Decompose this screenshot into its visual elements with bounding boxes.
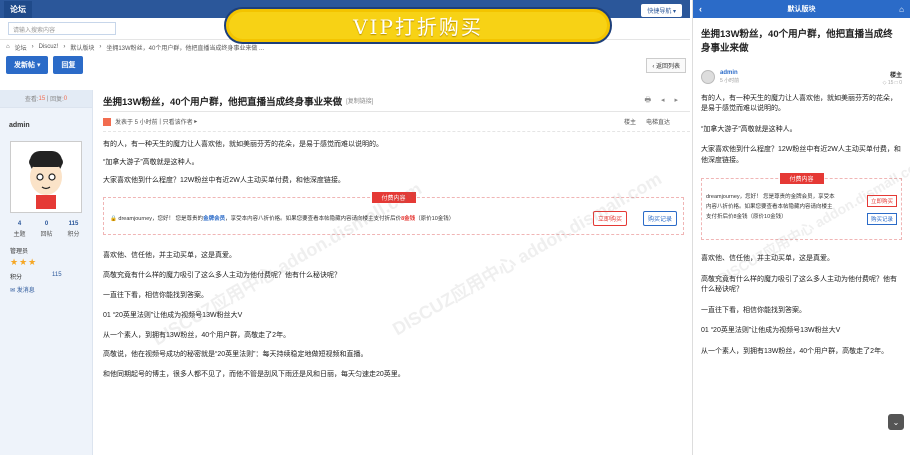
stat-points[interactable]: 115 积分 (60, 221, 87, 238)
paragraph: 和他同期起号的博主，很多人都不见了，而他不管是刮风下雨还是风和日丽，每天匀速走2… (103, 371, 405, 379)
jump-floor[interactable]: 电梯直达 (646, 117, 670, 126)
send-message-label: 发消息 (16, 288, 35, 294)
new-post-button[interactable]: 发新帖 ▾ (6, 56, 49, 74)
breadcrumb-discuz[interactable]: Discuz! (39, 44, 59, 50)
mobile-header: ‹ 默认版块 ⌂ (693, 0, 910, 18)
post-meta: 发表于 5 小时前 | 只看该作者 ▸ 楼主 电梯直达 (103, 112, 690, 132)
search-input[interactable]: 请输入搜索内容 (8, 22, 116, 35)
mobile-author-name[interactable]: admin 5 小时前 (720, 70, 739, 84)
paragraph: “加拿大游子”高敬就是这种人。 (701, 125, 797, 133)
author-role: 管理员 (10, 249, 29, 255)
quick-nav-button[interactable]: 快捷导航 ▾ (641, 4, 682, 17)
star-rank-icon: ★★★ (10, 257, 38, 267)
mobile-view: ‹ 默认版块 ⌂ 坐拥13W粉丝，40个用户群，他把直播当成终身事业来做 adm… (692, 0, 910, 455)
paragraph: 大家喜欢他到什么程度？12W粉丝中有近2W人主动买单付费，和他深度链接。 (103, 176, 345, 184)
mobile-purchase-record-button[interactable]: 购买记录 (866, 213, 897, 226)
vip-discount-banner: VIP打折购买 (224, 7, 612, 44)
paragraph: 高敬说，他在视频号成功的秘密就是“20英里法则”：每天持续稳定地做短视频和直播。 (103, 351, 368, 359)
mobile-header-title: 默认版块 (787, 6, 816, 13)
return-list-button[interactable]: ‹ 返回列表 (646, 58, 686, 73)
paragraph: 01 “20英里法则”让他成为视频号13W粉丝大V (701, 327, 841, 335)
chevron-right-icon: ▸ (192, 119, 198, 125)
breadcrumb-separator: › (99, 44, 102, 50)
mobile-author-label: admin (720, 69, 738, 76)
paragraph: 一直往下看，相信你能找到答案。 (701, 306, 806, 314)
thread-main: 查看: 15 | 回复: 0 admin 4 主题 0 回帖 115 积分 管理… (0, 90, 690, 455)
replies-label: 回复: (50, 97, 64, 103)
copy-link[interactable]: [复制链接] (346, 96, 373, 105)
paragraph: 有的人，有一种天生的魔力让人喜欢他，就如美丽芬芳的花朵，是易于感觉而难以说明的。 (701, 94, 897, 113)
post-time: 发表于 5 小时前 (115, 120, 158, 126)
author-profile: 查看: 15 | 回复: 0 admin 4 主题 0 回帖 115 积分 管理… (0, 90, 93, 455)
paid-content-tag: 付费内容 (779, 173, 824, 185)
stat-replies[interactable]: 0 回帖 (33, 221, 60, 238)
views-label: 查看: (24, 97, 39, 103)
paragraph: 高敬究竟有什么样的魔力吸引了这么多人主动为他付费呢？他有什么秘诀呢？ (701, 275, 897, 294)
mobile-author: admin 5 小时前 楼主 ◇ 15 □ 0 (693, 56, 910, 86)
reply-button[interactable]: 回复 (53, 56, 84, 74)
page-title: 坐拥13W粉丝，40个用户群，他把直播当成终身事业来做 (103, 96, 343, 108)
title-row: 坐拥13W粉丝，40个用户群，他把直播当成终身事业来做 [复制链接] 🖶 ◂ ▸ (103, 90, 690, 112)
action-bar: 发新帖 ▾ 回复 ‹ 返回列表 (0, 54, 690, 76)
home-icon[interactable]: ⌂ (899, 5, 904, 14)
mobile-views-replies: ◇ 15 □ 0 (882, 79, 902, 86)
avatar[interactable] (10, 141, 82, 213)
mobile-paid-notice: dreamjourney，您好！ 您是尊贵的金牌会员，享受本 内容八折价格。如果… (706, 194, 835, 220)
author-stats: 4 主题 0 回帖 115 积分 (6, 221, 92, 238)
floor-controls: 楼主 电梯直达 (624, 117, 670, 126)
mobile-buy-now-button[interactable]: 立即购买 (866, 195, 897, 208)
only-author-link[interactable]: 只看该作者 (163, 117, 193, 126)
paid-notice: 🔒 dreamjourney，您好！ 您是尊贵的金牌会员，享受本内容八折价格。如… (110, 216, 455, 223)
floor-label: 楼主 (623, 120, 636, 126)
paragraph: 高敬究竟有什么样的魔力吸引了这么多人主动为他付费呢？他有什么秘诀呢？ (103, 272, 341, 280)
post-content: 坐拥13W粉丝，40个用户群，他把直播当成终身事业来做 [复制链接] 🖶 ◂ ▸… (93, 90, 690, 455)
paragraph: 01 “20英里法则”让他成为视频号13W粉丝大V (103, 311, 243, 319)
mobile-thread-title: 坐拥13W粉丝，40个用户群，他把直播当成终身事业来做 (701, 29, 893, 54)
mobile-post-time: 5 小时前 (720, 77, 740, 84)
desktop-view: 论坛 快捷导航 ▾ 请输入搜索内容 ⌂ 论坛 › Discuz! › 默认版块 … (0, 0, 690, 455)
stat-threads[interactable]: 4 主题 (6, 221, 33, 238)
buy-now-button[interactable]: 立即购买 (592, 211, 627, 227)
mobile-paid-content-box: 付费内容 dreamjourney，您好！ 您是尊贵的金牌会员，享受本 内容八折… (701, 173, 902, 241)
breadcrumb-forum[interactable]: 论坛 (15, 43, 27, 52)
paragraph: “加拿大游子”高敬就是这种人。 (103, 158, 199, 166)
paragraph: 从一个素人，到拥有13W粉丝，40个用户群，高敬走了2年。 (103, 331, 291, 339)
purchase-record-button[interactable]: 购买记录 (642, 211, 677, 227)
avatar[interactable] (701, 69, 715, 84)
points-label: 积分 (10, 275, 23, 281)
paid-content-tag: 付费内容 (371, 192, 416, 204)
thread-stats: 查看: 15 | 回复: 0 (0, 90, 92, 108)
points-value: 115 (52, 272, 62, 278)
paragraph: 喜欢他、信任他，并主动买单，这是真爱。 (701, 255, 834, 263)
views-count: 15 (38, 95, 46, 102)
home-icon[interactable]: ⌂ (6, 44, 10, 50)
replies-count: 0 (63, 95, 68, 102)
paid-content-box: 付费内容 🔒 dreamjourney，您好！ 您是尊贵的金牌会员，享受本内容八… (103, 192, 684, 236)
breadcrumb-separator: › (63, 44, 66, 50)
author-points: 积分 115 (10, 272, 92, 281)
breadcrumb-separator: › (31, 44, 34, 50)
scroll-down-icon[interactable]: ⌄ (888, 414, 904, 430)
paragraph: 喜欢他、信任他，并主动买单，这是真爱。 (103, 252, 236, 260)
send-message-link[interactable]: ✉ 发消息 (10, 285, 92, 294)
author-flag-icon (103, 117, 111, 126)
back-arrow-icon[interactable]: ‹ (699, 4, 702, 14)
breadcrumb-board[interactable]: 默认版块 (70, 43, 94, 52)
paragraph: 一直往下看，相信你能找到答案。 (103, 291, 208, 299)
mobile-floor: 楼主 ◇ 15 □ 0 (883, 70, 902, 86)
forum-logo-tab[interactable]: 论坛 (4, 0, 32, 18)
paragraph: 有的人，有一种天生的魔力让人喜欢他，就如美丽芬芳的花朵，是易于感觉而难以说明的。 (103, 141, 383, 148)
print-icon[interactable]: 🖶 ◂ ▸ (644, 96, 682, 107)
mobile-floor-label: 楼主 (889, 72, 902, 79)
author-name[interactable]: admin (0, 108, 92, 129)
paragraph: 从一个素人，到拥有13W粉丝，40个用户群，高敬走了2年。 (701, 347, 889, 355)
paragraph: 大家喜欢他到什么程度？12W粉丝中有近2W人主动买单付费，和他深度链接。 (701, 146, 901, 164)
